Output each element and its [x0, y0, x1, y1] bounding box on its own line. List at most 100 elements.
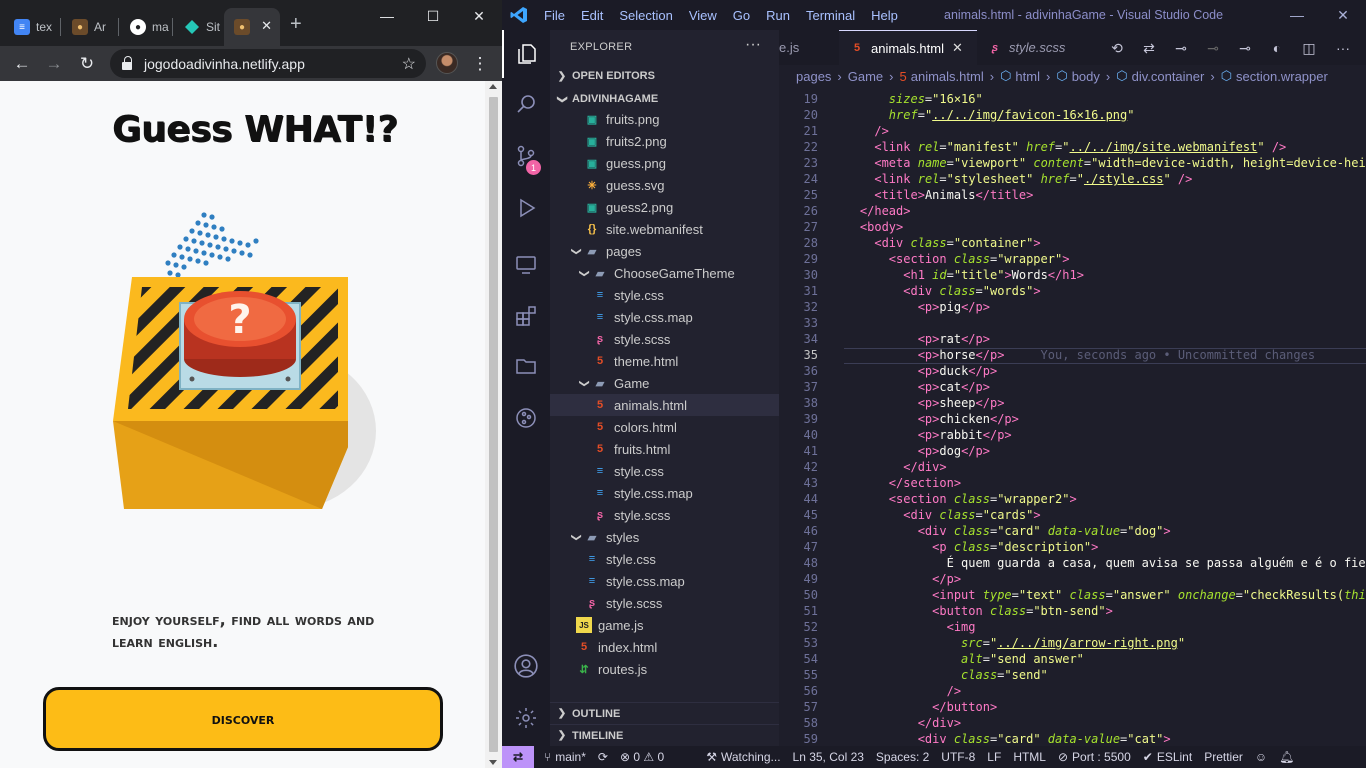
page-scrollbar[interactable] — [485, 81, 502, 768]
editor-more-icon[interactable]: ··· — [1335, 40, 1351, 56]
tree-file[interactable]: 5 colors.html — [550, 416, 779, 438]
outline-section[interactable]: ❯ OUTLINE — [550, 702, 779, 724]
language-mode[interactable]: HTML — [1013, 750, 1046, 764]
feedback-icon[interactable]: ☺ — [1255, 750, 1267, 764]
run-debug-icon[interactable] — [502, 184, 550, 232]
extensions-icon[interactable] — [502, 292, 550, 340]
toggle-blame-icon[interactable]: ◐ — [1269, 40, 1285, 56]
watching-indicator[interactable]: ⚒ Watching... — [706, 750, 780, 764]
scrollbar-thumb[interactable] — [489, 97, 498, 752]
breadcrumb-item[interactable]: div.container — [1132, 69, 1205, 84]
line-endings[interactable]: LF — [987, 750, 1001, 764]
menu-selection[interactable]: Selection — [619, 8, 672, 23]
tree-file[interactable]: ≡ style.css — [550, 548, 779, 570]
timeline-section[interactable]: ❯ TIMELINE — [550, 724, 779, 746]
tree-folder[interactable]: ❯ ▰ Game — [550, 372, 779, 394]
tree-file[interactable]: 5 animals.html — [550, 394, 779, 416]
new-tab-button[interactable]: + — [290, 14, 302, 34]
tree-file[interactable]: ▣ guess2.png — [550, 196, 779, 218]
tree-file[interactable]: ≡ style.css.map — [550, 570, 779, 592]
tree-file[interactable]: ʂ style.scss — [550, 592, 779, 614]
tree-file[interactable]: ⇵ routes.js — [550, 658, 779, 680]
menu-run[interactable]: Run — [766, 8, 790, 23]
tree-file[interactable]: JS game.js — [550, 614, 779, 636]
tree-folder[interactable]: ❯ ▰ ChooseGameTheme — [550, 262, 779, 284]
notifications-bell-icon[interactable]: 🔔︎ — [1279, 750, 1294, 764]
prettier-indicator[interactable]: Prettier — [1204, 750, 1243, 764]
menu-file[interactable]: File — [544, 8, 565, 23]
discover-button[interactable]: Discover — [43, 687, 443, 751]
editor-tab-game-js[interactable]: e.js — [779, 30, 839, 65]
live-server-indicator[interactable]: ⊘ Port : 5500 — [1058, 750, 1131, 764]
tree-file[interactable]: ʂ style.scss — [550, 504, 779, 526]
back-arrow-icon[interactable]: ← — [10, 52, 34, 76]
source-control-icon[interactable]: 1 — [502, 132, 550, 180]
tree-file[interactable]: {} site.webmanifest — [550, 218, 779, 240]
menu-help[interactable]: Help — [871, 8, 898, 23]
menu-edit[interactable]: Edit — [581, 8, 603, 23]
minimize-button[interactable]: — — [364, 0, 410, 32]
compare-changes-icon[interactable]: ⇄ — [1141, 40, 1157, 56]
menu-terminal[interactable]: Terminal — [806, 8, 855, 23]
reload-icon[interactable]: ↻ — [75, 52, 99, 76]
breadcrumb-item[interactable]: html — [1015, 69, 1040, 84]
menu-go[interactable]: Go — [733, 8, 750, 23]
code-editor[interactable]: 19 sizes="16×16" 20 href="../../img/favic… — [779, 87, 1366, 746]
tree-file[interactable]: ✳ guess.svg — [550, 174, 779, 196]
tree-file[interactable]: ʂ style.scss — [550, 328, 779, 350]
menu-view[interactable]: View — [689, 8, 717, 23]
remote-indicator-icon[interactable]: ⇄ — [502, 746, 534, 768]
tree-file[interactable]: ▣ fruits.png — [550, 108, 779, 130]
tree-file[interactable]: ≡ style.css — [550, 284, 779, 306]
encoding[interactable]: UTF-8 — [941, 750, 975, 764]
vscode-close-button[interactable]: ✕ — [1320, 0, 1366, 30]
tree-file[interactable]: ≡ style.css.map — [550, 482, 779, 504]
branch-indicator[interactable]: ⑂ main* — [544, 750, 586, 764]
forward-arrow-icon[interactable]: → — [42, 52, 66, 76]
tree-file[interactable]: 5 fruits.html — [550, 438, 779, 460]
cursor-position[interactable]: Ln 35, Col 23 — [793, 750, 864, 764]
bookmark-star-icon[interactable]: ☆ — [402, 54, 416, 74]
git-commit-icon[interactable]: ⊸ — [1205, 40, 1221, 56]
close-window-button[interactable]: ✕ — [456, 0, 502, 32]
tree-folder[interactable]: ❯ ▰ styles — [550, 526, 779, 548]
git-graph-icon[interactable] — [502, 394, 550, 442]
search-icon[interactable] — [502, 80, 550, 128]
breadcrumb-item[interactable]: body — [1072, 69, 1100, 84]
tree-file[interactable]: ≡ style.css — [550, 460, 779, 482]
breadcrumb-item[interactable]: section.wrapper — [1236, 69, 1328, 84]
breadcrumb-item[interactable]: pages — [796, 69, 831, 84]
tree-folder[interactable]: ❯ ▰ pages — [550, 240, 779, 262]
sync-icon[interactable]: ⟳ — [598, 750, 608, 764]
editor-tab-style-scss[interactable]: ʂ style.scss — [977, 30, 1095, 65]
indentation[interactable]: Spaces: 2 — [876, 750, 929, 764]
vscode-minimize-button[interactable]: — — [1274, 0, 1320, 30]
project-section[interactable]: ❯ ADIVINHAGAME — [550, 88, 779, 110]
close-tab-icon[interactable]: ✕ — [261, 18, 272, 34]
tree-file[interactable]: 5 index.html — [550, 636, 779, 658]
address-bar[interactable]: jogodoadivinha.netlify.app ☆ — [110, 49, 426, 78]
project-manager-icon[interactable] — [502, 342, 550, 390]
remote-explorer-icon[interactable] — [502, 240, 550, 288]
explorer-icon[interactable] — [502, 30, 550, 78]
problems-indicator[interactable]: ⊗ 0 ⚠ 0 — [620, 750, 664, 764]
tree-file[interactable]: ≡ style.css.map — [550, 306, 779, 328]
eslint-indicator[interactable]: ✔ ESLint — [1143, 750, 1192, 764]
breadcrumb-item[interactable]: animals.html — [911, 69, 984, 84]
more-actions-icon[interactable]: ··· — [745, 36, 761, 54]
tree-file[interactable]: ▣ guess.png — [550, 152, 779, 174]
profile-avatar[interactable] — [436, 52, 458, 74]
next-change-icon[interactable]: ⊸ — [1237, 40, 1253, 56]
settings-gear-icon[interactable] — [502, 694, 550, 742]
kebab-menu-icon[interactable]: ⋮ — [468, 52, 492, 76]
maximize-button[interactable]: ☐ — [410, 0, 456, 32]
history-icon[interactable]: ⟲ — [1109, 40, 1125, 56]
editor-tab-animals-html[interactable]: 5 animals.html ✕ — [839, 30, 977, 65]
breadcrumb-item[interactable]: Game — [848, 69, 883, 84]
browser-tab-5-active[interactable]: ● ✕ — [224, 8, 280, 46]
close-tab-icon[interactable]: ✕ — [952, 40, 963, 56]
tree-file[interactable]: 5 theme.html — [550, 350, 779, 372]
previous-change-icon[interactable]: ⊸ — [1173, 40, 1189, 56]
tree-file[interactable]: ▣ fruits2.png — [550, 130, 779, 152]
browser-tab-4[interactable]: Sit — [174, 8, 224, 46]
